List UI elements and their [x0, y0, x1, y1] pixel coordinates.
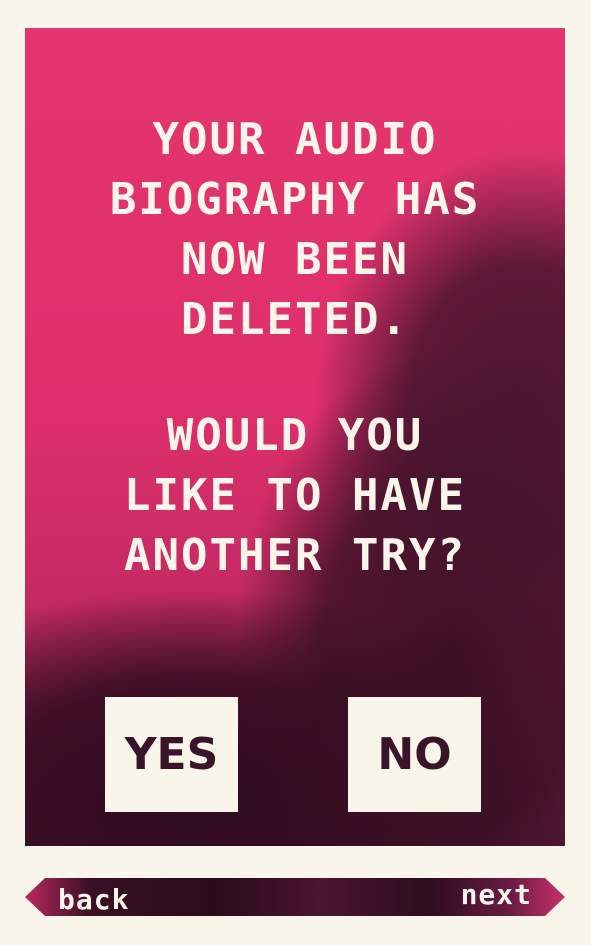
yes-button[interactable]: YES: [105, 697, 238, 812]
deleted-message: YOUR AUDIO BIOGRAPHY HAS NOW BEEN DELETE…: [109, 114, 481, 345]
message-card: YOUR AUDIO BIOGRAPHY HAS NOW BEEN DELETE…: [25, 28, 565, 846]
next-button[interactable]: next: [461, 876, 532, 914]
back-button[interactable]: back: [58, 881, 129, 919]
navigation-bar: back next: [25, 878, 565, 916]
no-button[interactable]: NO: [348, 697, 481, 812]
retry-question: WOULD YOU LIKE TO HAVE ANOTHER TRY?: [124, 410, 466, 581]
